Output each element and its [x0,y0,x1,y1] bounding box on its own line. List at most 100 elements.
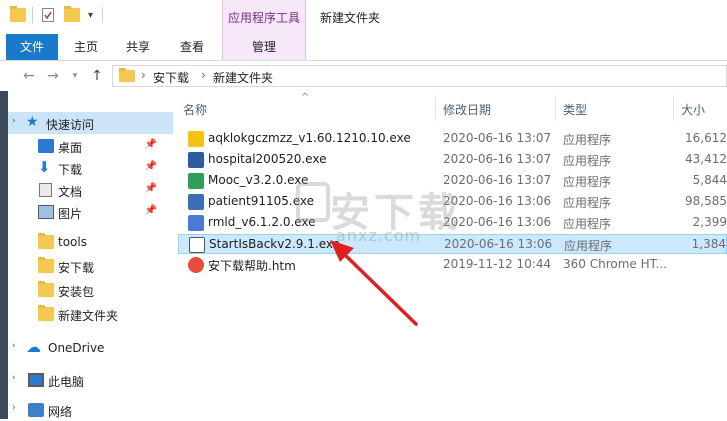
chevron-right-icon[interactable]: › [12,116,16,126]
file-list: ^ 名称 修改日期 类型 大小 aqklokgczmzz_v1.60.1210.… [173,91,727,419]
nav-documents[interactable]: 文档 📌 [8,179,173,201]
file-date: 2020-06-16 13:07 [443,131,552,145]
folder-icon [38,305,54,321]
nav-label: tools [58,235,87,249]
navigation-bar: ← → ▾ ↑ › 安下载 › 新建文件夹 [0,61,727,91]
file-size: 5,844 [692,173,727,187]
new-folder-icon[interactable] [64,6,80,22]
file-size: 98,585 [685,194,727,208]
file-row[interactable]: hospital200520.exe 2020-06-16 13:07 应用程序… [178,150,727,170]
nav-label: 安装包 [58,285,95,299]
file-date: 2020-06-16 13:06 [444,237,553,251]
nav-network[interactable]: › 网络 [8,399,173,421]
breadcrumb-separator-icon[interactable]: › [201,68,206,82]
nav-label: 下载 [58,163,83,177]
column-header-size[interactable]: 大小 [681,101,705,118]
file-row[interactable]: 安下载帮助.htm 2019-11-12 10:44 360 Chrome HT… [178,255,727,275]
tab-view[interactable]: 查看 [168,34,216,60]
file-type: 应用程序 [563,133,612,147]
watermark-logo-icon [296,182,330,222]
tab-home[interactable]: 主页 [64,34,108,60]
chevron-right-icon[interactable]: › [12,373,16,383]
nav-desktop[interactable]: 桌面 📌 [8,135,173,157]
app-icon [188,194,204,210]
desktop-edge [0,91,8,419]
folder-icon [38,257,54,273]
nav-label: 桌面 [58,141,83,155]
star-icon: ★ [26,114,39,130]
annotation-arrow-icon [330,240,418,326]
file-type: 应用程序 [564,239,613,253]
breadcrumb-current-folder[interactable]: 新建文件夹 [213,69,273,86]
nav-label: 图片 [58,207,83,221]
folder-icon [119,68,135,82]
nav-label: 安下载 [58,261,95,275]
breadcrumb-separator-icon[interactable]: › [141,68,146,82]
nav-quick-access[interactable]: › ★ 快速访问 [8,112,173,134]
nav-this-pc[interactable]: › 此电脑 [8,369,173,391]
address-bar[interactable]: › 安下载 › 新建文件夹 [112,65,727,87]
chevron-right-icon[interactable]: › [12,341,16,351]
column-divider[interactable] [555,95,556,121]
file-name: hospital200520.exe [208,152,327,166]
pin-icon: 📌 [144,205,157,216]
back-arrow-icon[interactable]: ← [20,67,38,85]
computer-icon [28,373,44,387]
up-arrow-icon[interactable]: ↑ [88,67,106,85]
nav-folder-installers[interactable]: 安装包 [8,279,173,301]
breadcrumb-anxiazai[interactable]: 安下载 [153,69,189,86]
column-header-type[interactable]: 类型 [563,101,587,118]
ribbon-tabs: 文件 主页 共享 查看 管理 [0,34,727,61]
nav-downloads[interactable]: ⬇ 下载 📌 [8,157,173,179]
nav-folder-anxiazai[interactable]: 安下载 [8,255,173,277]
context-group-label: 应用程序工具 [227,11,300,25]
tab-share[interactable]: 共享 [116,34,160,60]
nav-pictures[interactable]: 图片 📌 [8,201,173,223]
chrome-icon [188,257,204,273]
context-tab-group: 应用程序工具 [222,0,306,34]
file-date: 2019-11-12 10:44 [443,257,552,271]
file-size: 43,412 [685,152,727,166]
nav-folder-tools[interactable]: tools [8,231,173,253]
column-header-name[interactable]: 名称 [183,101,207,118]
nav-label: 网络 [48,405,73,419]
column-divider[interactable] [673,95,674,121]
file-type: 应用程序 [563,196,612,210]
pin-icon: 📌 [144,139,157,150]
file-type: 应用程序 [563,217,612,231]
nav-label: 文档 [58,185,83,199]
file-size: 2,399 [692,215,727,229]
tab-manage[interactable]: 管理 [222,34,306,60]
properties-icon[interactable] [42,8,54,22]
forward-arrow-icon[interactable]: → [44,67,62,85]
file-type: 应用程序 [563,175,612,189]
app-icon [188,131,204,147]
app-icon [188,215,204,231]
title-bar: ▾ 应用程序工具 新建文件夹 [0,0,727,34]
folder-icon [38,233,54,249]
chevron-right-icon[interactable]: › [12,403,16,413]
picture-icon [38,205,54,219]
column-divider[interactable] [435,95,436,121]
folder-icon [38,281,54,297]
file-row[interactable]: aqklokgczmzz_v1.60.1210.10.exe 2020-06-1… [178,129,727,149]
file-size: 16,612 [685,131,727,145]
divider [32,7,33,23]
column-header-date[interactable]: 修改日期 [443,101,491,118]
customize-toolbar-icon[interactable]: ▾ [88,10,93,21]
file-size: 1,384 [691,237,726,251]
download-arrow-icon: ⬇ [38,158,51,176]
nav-onedrive[interactable]: › ☁ OneDrive [8,337,173,359]
nav-folder-new[interactable]: 新建文件夹 [8,303,173,325]
recent-locations-icon[interactable]: ▾ [66,67,84,85]
folder-icon [10,6,26,22]
divider [102,7,103,23]
file-type: 360 Chrome HT... [563,257,667,271]
tab-file[interactable]: 文件 [6,34,58,60]
sort-ascending-icon: ^ [301,92,310,103]
app-icon [188,173,204,189]
file-date: 2020-06-16 13:07 [443,152,552,166]
window-title: 新建文件夹 [320,11,381,25]
file-name: aqklokgczmzz_v1.60.1210.10.exe [208,131,411,145]
nav-label: 此电脑 [48,375,85,389]
